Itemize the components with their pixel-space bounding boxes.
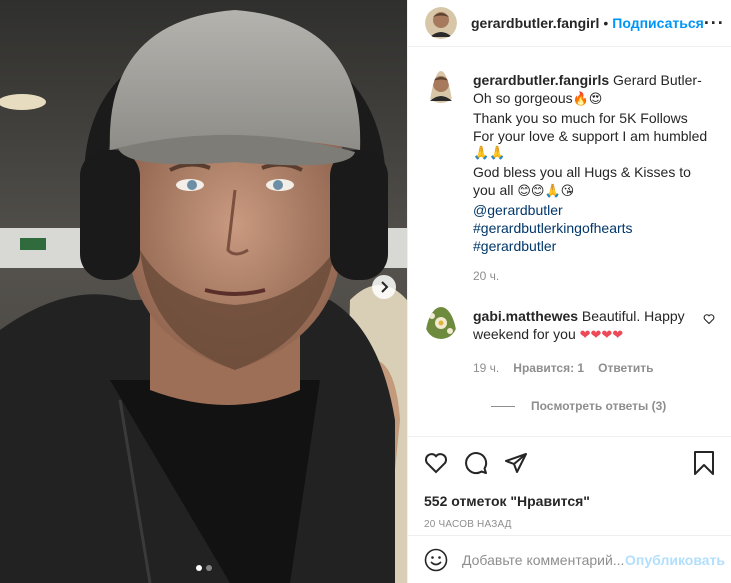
post-actions: 552 отметок "Нравится" 20 ЧАСОВ НАЗАД (408, 436, 731, 530)
caption-text-3: For your love & support I am humbled (473, 128, 708, 144)
like-button[interactable] (424, 451, 448, 475)
author-username[interactable]: gerardbutler.fangirl (471, 15, 599, 31)
caption-avatar[interactable] (425, 71, 457, 285)
carousel-indicator (0, 565, 407, 571)
avatar-image (425, 71, 457, 103)
share-button[interactable] (504, 451, 528, 475)
comment-meta: 19 ч. Нравится: 1 Ответить (473, 359, 695, 377)
caption-body: gerardbutler.fangirls Gerard Butler-Oh s… (473, 71, 715, 285)
reply-button[interactable]: Ответить (598, 359, 653, 377)
caption-text-2: Thank you so much for 5K Follows (473, 110, 688, 126)
red-hearts-emoji: ❤❤❤❤ (579, 328, 624, 343)
commenter-username[interactable]: gabi.matthewes (473, 308, 578, 324)
view-replies-label: Посмотреть ответы (3) (531, 399, 667, 413)
comment-heart-icon[interactable] (703, 313, 715, 325)
comment-input[interactable] (462, 551, 626, 568)
caption-line-3: For your love & support I am humbled (473, 127, 715, 145)
post-image (0, 0, 407, 583)
smile-pray-kiss-emoji: 😊😊🙏😘 (517, 184, 575, 199)
comment-time[interactable]: 19 ч. (473, 359, 499, 377)
more-options-icon[interactable]: ··· (704, 14, 725, 32)
caption-line-1: gerardbutler.fangirls Gerard Butler-Oh s… (473, 71, 715, 109)
commenter-avatar[interactable] (425, 307, 457, 377)
follow-button[interactable]: Подписаться (612, 15, 704, 31)
pray-emoji: 🙏🙏 (473, 146, 506, 161)
add-comment-bar: Опубликовать (408, 535, 731, 583)
post-date[interactable]: 20 ЧАСОВ НАЗАД (424, 519, 715, 530)
mention-link[interactable]: @gerardbutler (473, 201, 715, 219)
fire-heart-eyes-emoji: 🔥😍 (572, 92, 603, 107)
hashtag-link[interactable]: #gerardbutler (473, 237, 715, 255)
likes-count[interactable]: 552 отметок "Нравится" (424, 493, 715, 509)
comment-button[interactable] (464, 451, 488, 475)
avatar-image (425, 7, 457, 39)
next-photo-button[interactable] (372, 275, 396, 299)
view-replies-button[interactable]: Посмотреть ответы (3) (491, 399, 715, 413)
emoji-picker-button[interactable] (424, 548, 448, 572)
action-icons (424, 449, 715, 477)
comment-likes[interactable]: Нравится: 1 (513, 359, 584, 377)
comment-item: gabi.matthewes Beautiful. Happy weekend … (425, 307, 715, 377)
hashtag-link[interactable]: #gerardbutlerkingofhearts (473, 219, 715, 237)
publish-button[interactable]: Опубликовать (625, 552, 725, 568)
carousel-dot (205, 565, 212, 571)
caption-meta: 20 ч. (473, 267, 715, 285)
header-separator: • (603, 15, 609, 31)
replies-divider (491, 405, 515, 407)
caption: gerardbutler.fangirls Gerard Butler-Oh s… (425, 71, 715, 285)
caption-time[interactable]: 20 ч. (473, 267, 499, 285)
avatar-image (425, 307, 457, 339)
bookmark-icon (694, 451, 714, 475)
comment-icon (465, 452, 488, 475)
comment-line: gabi.matthewes Beautiful. Happy weekend … (473, 308, 685, 343)
share-icon (505, 453, 527, 473)
post-details-panel: gerardbutler.fangirl • Подписаться ··· g… (407, 0, 731, 583)
chevron-right-icon (381, 281, 389, 293)
carousel-dot-active (195, 565, 202, 571)
caption-username[interactable]: gerardbutler.fangirls (473, 72, 609, 88)
smiley-icon (424, 548, 448, 571)
caption-text-4: God bless you all Hugs & Kisses to you a… (473, 164, 691, 198)
comments-section[interactable]: gerardbutler.fangirls Gerard Butler-Oh s… (408, 71, 731, 436)
heart-icon (424, 453, 448, 474)
post-header: gerardbutler.fangirl • Подписаться ··· (408, 0, 731, 47)
caption-line-4: God bless you all Hugs & Kisses to you a… (473, 163, 715, 201)
comment-body: gabi.matthewes Beautiful. Happy weekend … (473, 307, 695, 377)
post-photo[interactable] (0, 0, 407, 583)
save-button[interactable] (693, 451, 715, 475)
author-avatar[interactable] (425, 7, 457, 39)
